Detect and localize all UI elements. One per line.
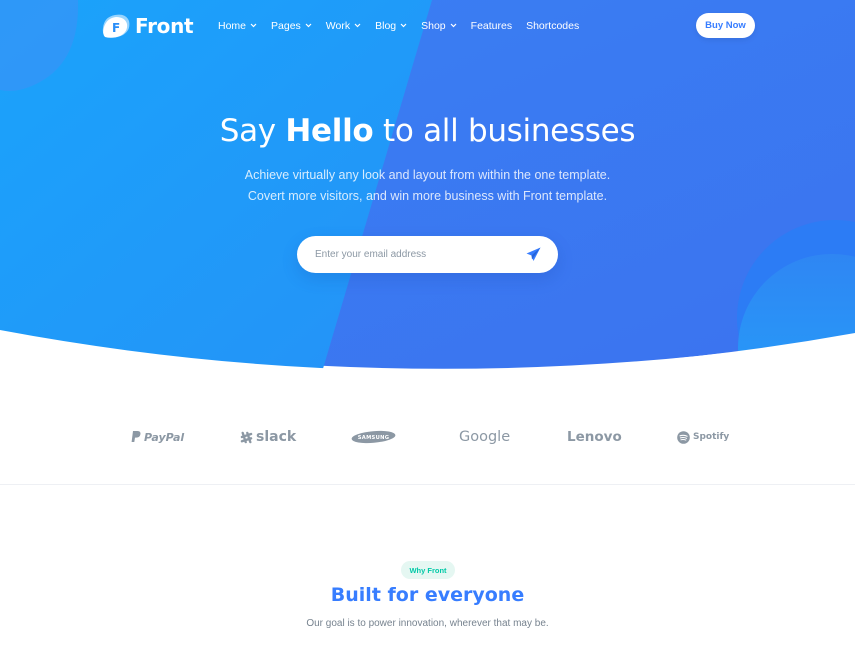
- logo-label: Spotify: [693, 432, 730, 442]
- subscribe-form: [297, 236, 558, 273]
- logo-samsung: SAMSUNG: [351, 420, 396, 454]
- section-description: Our goal is to power innovation, whereve…: [306, 618, 549, 629]
- paper-plane-icon[interactable]: [525, 246, 542, 263]
- paypal-icon: [131, 431, 141, 442]
- hero-title: Say Hello to all businesses: [0, 113, 855, 149]
- main-nav: Home Pages Work Blog Shop Features Short…: [218, 17, 579, 34]
- hero-title-bold: Hello: [285, 113, 374, 149]
- nav-item-label: Pages: [271, 19, 301, 32]
- nav-item-label: Blog: [375, 19, 397, 32]
- section-badge: Why Front: [401, 561, 455, 579]
- nav-item-shop[interactable]: Shop: [421, 20, 457, 32]
- client-logos: PayPal slack SAMSUNG Google Lenovo Spoti…: [0, 420, 855, 454]
- section-title-pre: Built for: [330, 584, 425, 606]
- hero-background: [0, 0, 855, 372]
- nav-item-label: Shortcodes: [526, 19, 580, 32]
- logo-paypal: PayPal: [131, 420, 184, 454]
- brand-name: Front: [135, 14, 194, 38]
- brand-logo[interactable]: F Front: [102, 12, 194, 40]
- section-divider: [0, 484, 855, 485]
- logo-slack: slack: [240, 420, 296, 454]
- buy-now-button[interactable]: Buy Now: [696, 13, 755, 38]
- email-input[interactable]: [315, 236, 515, 273]
- logo-label: SAMSUNG: [358, 435, 390, 441]
- hero-subtitle-line1: Achieve virtually any look and layout fr…: [244, 168, 611, 182]
- logo-label: PayPal: [144, 430, 185, 444]
- section-title: Built for everyone: [0, 584, 855, 606]
- nav-item-work[interactable]: Work: [326, 20, 361, 32]
- chevron-down-icon: [400, 23, 407, 28]
- nav-item-label: Work: [325, 19, 351, 32]
- hero-title-post: to all businesses: [373, 113, 636, 149]
- logo-label: Google: [459, 429, 511, 445]
- nav-item-features[interactable]: Features: [471, 20, 512, 32]
- nav-item-label: Features: [470, 19, 513, 32]
- logo-label: Lenovo: [567, 429, 622, 445]
- chevron-down-icon: [250, 23, 257, 28]
- navbar: F Front Home Pages Work Blog Shop Featur…: [0, 0, 855, 52]
- slack-icon: [240, 431, 253, 443]
- chevron-down-icon: [450, 23, 457, 28]
- nav-item-shortcodes[interactable]: Shortcodes: [526, 20, 579, 32]
- hero-title-pre: Say: [219, 113, 286, 149]
- hero-section: F Front Home Pages Work Blog Shop Featur…: [0, 0, 855, 372]
- nav-item-pages[interactable]: Pages: [271, 20, 312, 32]
- logo-lenovo: Lenovo: [567, 420, 622, 454]
- hero-subtitle-line2: Covert more visitors, and win more busin…: [247, 189, 608, 203]
- spotify-icon: [677, 430, 690, 444]
- section-title-bold: everyone: [424, 584, 525, 606]
- nav-item-label: Shop: [421, 19, 446, 32]
- front-logo-icon: F: [102, 14, 130, 38]
- logo-spotify: Spotify: [677, 420, 729, 454]
- logo-label: slack: [256, 429, 297, 445]
- nav-item-label: Home: [218, 19, 247, 32]
- nav-item-blog[interactable]: Blog: [375, 20, 407, 32]
- logo-google: Google: [459, 420, 510, 454]
- nav-item-home[interactable]: Home: [218, 20, 257, 32]
- brand-mark-letter: F: [112, 21, 120, 35]
- samsung-logo: SAMSUNG: [351, 430, 396, 444]
- chevron-down-icon: [354, 23, 361, 28]
- chevron-down-icon: [305, 23, 312, 28]
